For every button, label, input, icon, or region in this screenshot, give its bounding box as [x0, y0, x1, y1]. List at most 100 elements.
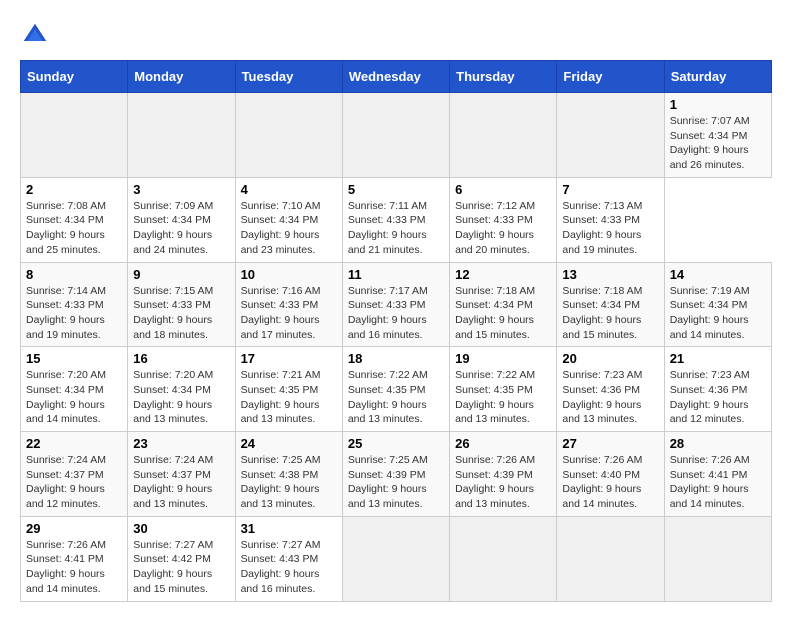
day-number: 1: [670, 97, 766, 112]
day-number: 5: [348, 182, 444, 197]
day-detail: Sunrise: 7:23 AMSunset: 4:36 PMDaylight:…: [562, 368, 658, 427]
day-detail: Sunrise: 7:21 AMSunset: 4:35 PMDaylight:…: [241, 368, 337, 427]
day-detail: Sunrise: 7:14 AMSunset: 4:33 PMDaylight:…: [26, 284, 122, 343]
calendar-week: 1 Sunrise: 7:07 AMSunset: 4:34 PMDaylight…: [21, 93, 772, 178]
weekday-header: Thursday: [450, 61, 557, 93]
day-detail: Sunrise: 7:26 AMSunset: 4:39 PMDaylight:…: [455, 453, 551, 512]
weekday-header: Sunday: [21, 61, 128, 93]
day-detail: Sunrise: 7:24 AMSunset: 4:37 PMDaylight:…: [133, 453, 229, 512]
day-number: 28: [670, 436, 766, 451]
calendar-cell: [342, 93, 449, 178]
calendar-cell: 20 Sunrise: 7:23 AMSunset: 4:36 PMDayligh…: [557, 347, 664, 432]
day-detail: Sunrise: 7:18 AMSunset: 4:34 PMDaylight:…: [455, 284, 551, 343]
calendar-cell: [21, 93, 128, 178]
calendar-cell: 9 Sunrise: 7:15 AMSunset: 4:33 PMDaylight…: [128, 262, 235, 347]
day-detail: Sunrise: 7:20 AMSunset: 4:34 PMDaylight:…: [26, 368, 122, 427]
day-detail: Sunrise: 7:19 AMSunset: 4:34 PMDaylight:…: [670, 284, 766, 343]
day-detail: Sunrise: 7:11 AMSunset: 4:33 PMDaylight:…: [348, 199, 444, 258]
day-number: 25: [348, 436, 444, 451]
day-number: 21: [670, 351, 766, 366]
calendar-week: 22 Sunrise: 7:24 AMSunset: 4:37 PMDayligh…: [21, 432, 772, 517]
day-detail: Sunrise: 7:07 AMSunset: 4:34 PMDaylight:…: [670, 114, 766, 173]
calendar-week: 8 Sunrise: 7:14 AMSunset: 4:33 PMDaylight…: [21, 262, 772, 347]
weekday-header: Tuesday: [235, 61, 342, 93]
calendar-cell: 8 Sunrise: 7:14 AMSunset: 4:33 PMDaylight…: [21, 262, 128, 347]
day-detail: Sunrise: 7:16 AMSunset: 4:33 PMDaylight:…: [241, 284, 337, 343]
day-detail: Sunrise: 7:20 AMSunset: 4:34 PMDaylight:…: [133, 368, 229, 427]
logo-icon: [20, 20, 50, 50]
day-number: 6: [455, 182, 551, 197]
day-number: 8: [26, 267, 122, 282]
day-detail: Sunrise: 7:18 AMSunset: 4:34 PMDaylight:…: [562, 284, 658, 343]
calendar-cell: 23 Sunrise: 7:24 AMSunset: 4:37 PMDayligh…: [128, 432, 235, 517]
calendar-cell: 26 Sunrise: 7:26 AMSunset: 4:39 PMDayligh…: [450, 432, 557, 517]
day-number: 2: [26, 182, 122, 197]
calendar-cell: 4 Sunrise: 7:10 AMSunset: 4:34 PMDaylight…: [235, 177, 342, 262]
day-detail: Sunrise: 7:17 AMSunset: 4:33 PMDaylight:…: [348, 284, 444, 343]
calendar-cell: 21 Sunrise: 7:23 AMSunset: 4:36 PMDayligh…: [664, 347, 771, 432]
calendar-cell: 2 Sunrise: 7:08 AMSunset: 4:34 PMDaylight…: [21, 177, 128, 262]
calendar-cell: 10 Sunrise: 7:16 AMSunset: 4:33 PMDayligh…: [235, 262, 342, 347]
calendar-cell: 13 Sunrise: 7:18 AMSunset: 4:34 PMDayligh…: [557, 262, 664, 347]
day-detail: Sunrise: 7:13 AMSunset: 4:33 PMDaylight:…: [562, 199, 658, 258]
day-number: 17: [241, 351, 337, 366]
day-detail: Sunrise: 7:15 AMSunset: 4:33 PMDaylight:…: [133, 284, 229, 343]
calendar-cell: 15 Sunrise: 7:20 AMSunset: 4:34 PMDayligh…: [21, 347, 128, 432]
calendar-cell: 25 Sunrise: 7:25 AMSunset: 4:39 PMDayligh…: [342, 432, 449, 517]
calendar-cell: 28Sunrise: 7:26 AMSunset: 4:41 PMDayligh…: [664, 432, 771, 517]
day-number: 29: [26, 521, 122, 536]
day-number: 10: [241, 267, 337, 282]
calendar-week: 29 Sunrise: 7:26 AMSunset: 4:41 PMDayligh…: [21, 516, 772, 601]
day-number: 23: [133, 436, 229, 451]
calendar-cell: 27Sunrise: 7:26 AMSunset: 4:40 PMDayligh…: [557, 432, 664, 517]
calendar-cell: 11 Sunrise: 7:17 AMSunset: 4:33 PMDayligh…: [342, 262, 449, 347]
calendar-cell: 19 Sunrise: 7:22 AMSunset: 4:35 PMDayligh…: [450, 347, 557, 432]
calendar-cell: 22 Sunrise: 7:24 AMSunset: 4:37 PMDayligh…: [21, 432, 128, 517]
day-detail: Sunrise: 7:09 AMSunset: 4:34 PMDaylight:…: [133, 199, 229, 258]
calendar-cell: [450, 93, 557, 178]
calendar-cell: 12Sunrise: 7:18 AMSunset: 4:34 PMDayligh…: [450, 262, 557, 347]
day-number: 16: [133, 351, 229, 366]
day-number: 9: [133, 267, 229, 282]
page-header: [20, 20, 772, 50]
calendar-cell: 14Sunrise: 7:19 AMSunset: 4:34 PMDayligh…: [664, 262, 771, 347]
day-number: 18: [348, 351, 444, 366]
weekday-header: Friday: [557, 61, 664, 93]
calendar-cell: [557, 516, 664, 601]
day-number: 11: [348, 267, 444, 282]
day-detail: Sunrise: 7:10 AMSunset: 4:34 PMDaylight:…: [241, 199, 337, 258]
day-number: 20: [562, 351, 658, 366]
day-number: 13: [562, 267, 658, 282]
day-number: 31: [241, 521, 337, 536]
calendar-cell: 7 Sunrise: 7:13 AMSunset: 4:33 PMDaylight…: [557, 177, 664, 262]
day-number: 30: [133, 521, 229, 536]
calendar-cell: 1 Sunrise: 7:07 AMSunset: 4:34 PMDaylight…: [664, 93, 771, 178]
calendar-cell: 29 Sunrise: 7:26 AMSunset: 4:41 PMDayligh…: [21, 516, 128, 601]
day-detail: Sunrise: 7:22 AMSunset: 4:35 PMDaylight:…: [455, 368, 551, 427]
weekday-header: Saturday: [664, 61, 771, 93]
day-detail: Sunrise: 7:25 AMSunset: 4:39 PMDaylight:…: [348, 453, 444, 512]
day-detail: Sunrise: 7:26 AMSunset: 4:40 PMDaylight:…: [562, 453, 658, 512]
day-detail: Sunrise: 7:23 AMSunset: 4:36 PMDaylight:…: [670, 368, 766, 427]
day-number: 3: [133, 182, 229, 197]
day-number: 15: [26, 351, 122, 366]
calendar-cell: 18 Sunrise: 7:22 AMSunset: 4:35 PMDayligh…: [342, 347, 449, 432]
day-number: 7: [562, 182, 658, 197]
calendar-cell: 16 Sunrise: 7:20 AMSunset: 4:34 PMDayligh…: [128, 347, 235, 432]
weekday-header: Wednesday: [342, 61, 449, 93]
day-detail: Sunrise: 7:25 AMSunset: 4:38 PMDaylight:…: [241, 453, 337, 512]
day-number: 26: [455, 436, 551, 451]
day-detail: Sunrise: 7:24 AMSunset: 4:37 PMDaylight:…: [26, 453, 122, 512]
day-number: 19: [455, 351, 551, 366]
day-number: 22: [26, 436, 122, 451]
day-detail: Sunrise: 7:27 AMSunset: 4:42 PMDaylight:…: [133, 538, 229, 597]
day-number: 4: [241, 182, 337, 197]
calendar-table: SundayMondayTuesdayWednesdayThursdayFrid…: [20, 60, 772, 602]
calendar-week: 2 Sunrise: 7:08 AMSunset: 4:34 PMDaylight…: [21, 177, 772, 262]
day-detail: Sunrise: 7:22 AMSunset: 4:35 PMDaylight:…: [348, 368, 444, 427]
day-detail: Sunrise: 7:26 AMSunset: 4:41 PMDaylight:…: [26, 538, 122, 597]
calendar-cell: 5 Sunrise: 7:11 AMSunset: 4:33 PMDaylight…: [342, 177, 449, 262]
calendar-cell: 30 Sunrise: 7:27 AMSunset: 4:42 PMDayligh…: [128, 516, 235, 601]
day-detail: Sunrise: 7:08 AMSunset: 4:34 PMDaylight:…: [26, 199, 122, 258]
day-number: 24: [241, 436, 337, 451]
